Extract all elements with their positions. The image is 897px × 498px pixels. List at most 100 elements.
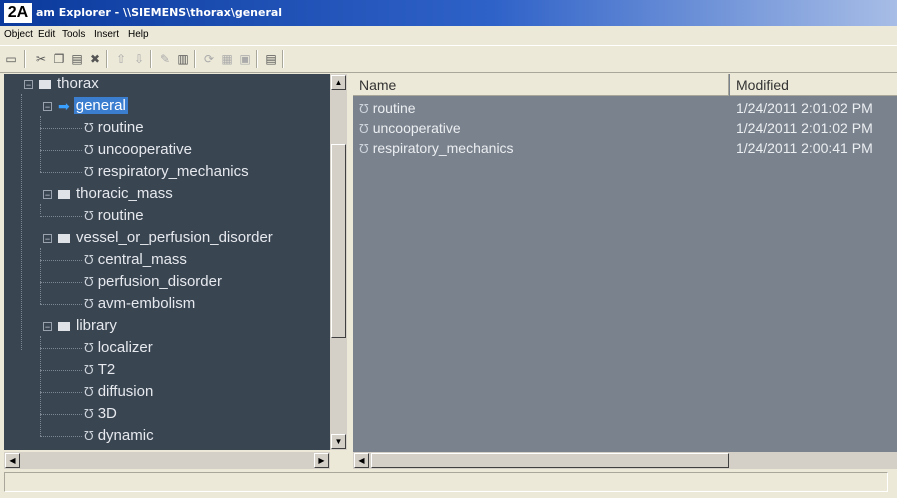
tree-item-protocol[interactable]: Ʊuncooperative xyxy=(84,140,192,160)
tree-item-protocol[interactable]: Ʊ T2 xyxy=(84,360,115,380)
status-bar xyxy=(4,472,888,492)
collapse-icon[interactable]: − xyxy=(43,233,52,243)
copy-icon[interactable]: ❐ xyxy=(52,52,66,66)
tree-guide-line xyxy=(40,282,82,283)
save-icon[interactable]: ▣ xyxy=(238,52,252,66)
list-item-modified: 1/24/2011 2:00:41 PM xyxy=(736,140,873,156)
menu-bar: Object Edit Tools Insert Help xyxy=(0,26,897,45)
protocol-icon: Ʊ xyxy=(84,208,94,224)
list-item[interactable]: Ʊuncooperative xyxy=(359,118,461,138)
list-item-name: uncooperative xyxy=(372,120,461,136)
tree-guide-line xyxy=(40,204,41,214)
tree-item-protocol[interactable]: Ʊroutine xyxy=(84,118,144,138)
current-folder-arrow-icon: ➡ xyxy=(58,98,70,115)
tree-item-label: uncooperative xyxy=(97,141,192,158)
paste-icon[interactable]: ▤ xyxy=(70,52,84,66)
tree-item-label: 3D xyxy=(97,405,117,422)
column-header-modified[interactable]: Modified xyxy=(730,74,897,96)
menu-insert[interactable]: Insert xyxy=(94,29,119,40)
column-header-name[interactable]: Name xyxy=(353,74,729,96)
document-icon[interactable]: ▤ xyxy=(264,52,278,66)
tree-item-vessel-or-perfusion-disorder[interactable]: − vessel_or_perfusion_disorder xyxy=(43,228,273,248)
protocol-icon: Ʊ xyxy=(84,362,94,378)
delete-icon[interactable]: ✖ xyxy=(88,52,102,66)
tree-item-label: routine xyxy=(97,119,144,136)
tree-guide-line xyxy=(40,260,82,261)
grid-icon[interactable]: ▦ xyxy=(220,52,234,66)
protocol-icon: Ʊ xyxy=(84,164,94,180)
scroll-left-arrow-icon[interactable]: ◀ xyxy=(354,453,369,468)
tree-item-label: vessel_or_perfusion_disorder xyxy=(76,229,273,246)
scroll-left-arrow-icon[interactable]: ◀ xyxy=(5,453,20,468)
protocol-icon: Ʊ xyxy=(359,121,369,137)
tree-item-label: thoracic_mass xyxy=(76,185,173,202)
scroll-up-arrow-icon[interactable]: ▲ xyxy=(331,75,346,90)
clipboard-icon[interactable]: ▥ xyxy=(176,52,190,66)
cut-icon[interactable]: ✂ xyxy=(34,52,48,66)
tree-guide-line xyxy=(40,128,82,129)
toolbar-separator xyxy=(24,50,26,68)
move-up-icon[interactable]: ⇧ xyxy=(114,52,128,66)
tree-guide-line xyxy=(40,392,82,393)
window-icon[interactable]: ▭ xyxy=(4,52,18,66)
scroll-down-arrow-icon[interactable]: ▼ xyxy=(331,434,346,449)
move-down-icon[interactable]: ⇩ xyxy=(132,52,146,66)
tree-item-protocol[interactable]: Ʊrespiratory_mechanics xyxy=(84,162,249,182)
tree-guide-line xyxy=(21,94,22,350)
tree-panel[interactable]: − thorax − ➡ general Ʊroutine Ʊuncooperativ… xyxy=(4,74,330,450)
list-item-name: routine xyxy=(372,100,416,116)
tree-item-label: general xyxy=(73,97,128,114)
tree-item-label: respiratory_mechanics xyxy=(97,163,249,180)
collapse-icon[interactable]: − xyxy=(24,79,33,89)
protocol-icon: Ʊ xyxy=(359,141,369,157)
toolbar-separator xyxy=(194,50,196,68)
edit-pencil-icon[interactable]: ✎ xyxy=(158,52,172,66)
window-title: am Explorer - \\SIEMENS\thorax\general xyxy=(36,6,283,19)
scroll-right-arrow-icon[interactable]: ▶ xyxy=(314,453,329,468)
tree-horizontal-scrollbar[interactable]: ◀ ▶ xyxy=(4,452,330,469)
tree-item-protocol[interactable]: Ʊroutine xyxy=(84,206,144,226)
tree-item-thorax[interactable]: − thorax xyxy=(24,74,99,94)
tree-item-label: localizer xyxy=(97,339,153,356)
tree-item-protocol[interactable]: Ʊdiffusion xyxy=(84,382,153,402)
refresh-icon[interactable]: ⟳ xyxy=(202,52,216,66)
list-item[interactable]: Ʊroutine xyxy=(359,98,416,118)
tree-item-protocol[interactable]: Ʊperfusion_disorder xyxy=(84,272,222,292)
tree-item-protocol[interactable]: Ʊ 3D xyxy=(84,404,117,424)
tree-item-thoracic-mass[interactable]: − thoracic_mass xyxy=(43,184,173,204)
protocol-icon: Ʊ xyxy=(84,142,94,158)
menu-tools[interactable]: Tools xyxy=(62,29,85,40)
menu-help[interactable]: Help xyxy=(128,29,149,40)
list-item[interactable]: Ʊrespiratory_mechanics xyxy=(359,138,514,158)
tree-item-label: diffusion xyxy=(97,383,154,400)
scroll-thumb[interactable] xyxy=(371,453,729,468)
protocol-icon: Ʊ xyxy=(84,428,94,444)
tree-guide-line xyxy=(40,216,82,217)
protocol-icon: Ʊ xyxy=(84,340,94,356)
tree-item-label: thorax xyxy=(57,75,99,92)
menu-object[interactable]: Object xyxy=(4,29,33,40)
tree-item-label: central_mass xyxy=(97,251,187,268)
folder-icon xyxy=(58,233,70,243)
collapse-icon[interactable]: − xyxy=(43,189,52,199)
tree-guide-line xyxy=(40,414,82,415)
collapse-icon[interactable]: − xyxy=(43,101,52,111)
list-panel[interactable]: Name Modified Ʊroutine 1/24/2011 2:01:02… xyxy=(353,74,897,452)
menu-edit[interactable]: Edit xyxy=(38,29,55,40)
scroll-thumb[interactable] xyxy=(331,144,346,338)
toolbar-separator xyxy=(282,50,284,68)
tree-item-protocol[interactable]: Ʊavm-embolism xyxy=(84,294,195,314)
tree-item-general[interactable]: − ➡ general xyxy=(43,96,128,116)
tree-item-protocol[interactable]: Ʊlocalizer xyxy=(84,338,153,358)
protocol-icon: Ʊ xyxy=(84,120,94,136)
list-horizontal-scrollbar[interactable]: ◀ xyxy=(353,452,897,469)
protocol-icon: Ʊ xyxy=(84,296,94,312)
tree-item-protocol[interactable]: Ʊcentral_mass xyxy=(84,250,187,270)
tree-vertical-scrollbar[interactable]: ▲ ▼ xyxy=(330,74,347,450)
tree-item-label: dynamic xyxy=(97,427,154,444)
tree-guide-line xyxy=(40,150,82,151)
tree-item-protocol[interactable]: Ʊdynamic xyxy=(84,426,154,446)
tree-item-library[interactable]: − library xyxy=(43,316,117,336)
title-bar: 2A am Explorer - \\SIEMENS\thorax\genera… xyxy=(0,0,897,26)
collapse-icon[interactable]: − xyxy=(43,321,52,331)
